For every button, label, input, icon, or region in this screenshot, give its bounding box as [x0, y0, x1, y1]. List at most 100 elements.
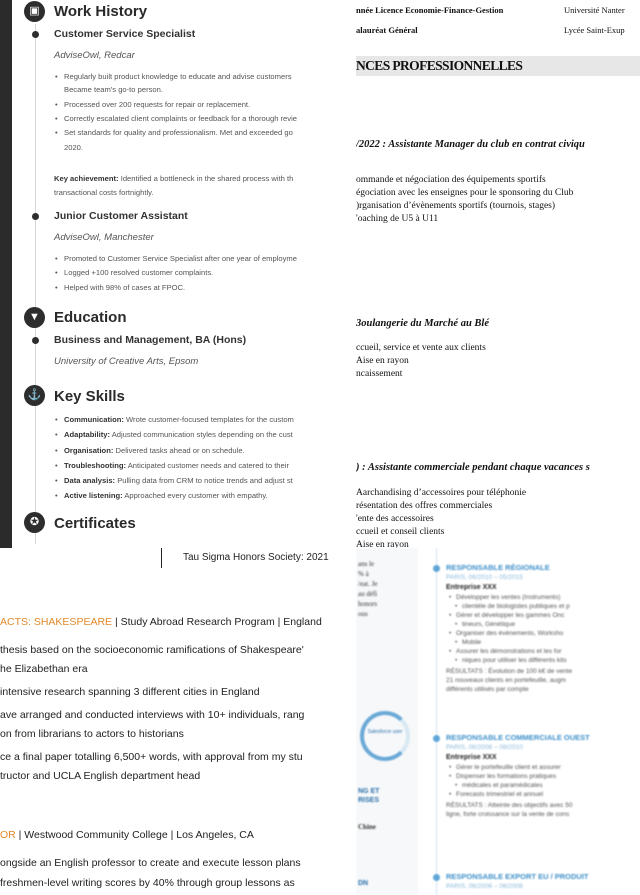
- role-line: he Elizabethan era: [0, 663, 88, 675]
- entry-bullet: Organiser des événements, Worksho: [449, 630, 563, 637]
- skill-item: Active listening: Approached every custo…: [55, 491, 268, 500]
- experience-title: 3oulangerie du Marché au Blé: [356, 318, 490, 329]
- entry-result: 21 nouveaux clients en portefeuille, aug…: [446, 677, 566, 684]
- key-skills-heading: Key Skills: [54, 388, 125, 405]
- experience-line: résentation des offres commerciales: [356, 501, 493, 511]
- education-line: alauréat Général: [356, 25, 418, 35]
- school-name: University of Creative Arts, Epsom: [54, 356, 199, 367]
- role-line: ongside an English professor to create a…: [0, 857, 301, 869]
- timeline-dot: [433, 565, 440, 572]
- entry-bullet: Gérer et développer les gammes Onc: [449, 612, 564, 619]
- job-title: Customer Service Specialist: [54, 28, 196, 40]
- job-bullet: Helped with 98% of cases at FPOC.: [55, 283, 185, 292]
- entry-result: RÉSULTATS : Atteinte des objectifs avec …: [446, 802, 573, 809]
- blue-resume-panel: ans le % à /eat. Je au défi honors ous S…: [356, 548, 640, 895]
- entry-company: Entreprise XXX: [446, 754, 497, 761]
- entry-bullet: Développer les ventes (Instruments): [449, 594, 560, 601]
- resume-work-history-panel: ▣ Work History Customer Service Speciali…: [0, 0, 356, 548]
- honors-divider: [161, 548, 162, 568]
- entry-bullet: clientèle de biologistes publiques et p: [455, 603, 570, 610]
- entry-bullet: Assurer les démonstrations et les for: [449, 648, 561, 655]
- degree-title: Business and Management, BA (Hons): [54, 334, 247, 346]
- experience-line: ccueil, service et vente aux clients: [356, 343, 486, 353]
- sidebar-caption: NG ET: [358, 788, 380, 795]
- job-bullet-cont: Became team's go-to person.: [64, 85, 163, 94]
- experience-line: 'oaching de U5 à U11: [356, 214, 439, 224]
- skill-item: Troubleshooting: Anticipated customer ne…: [55, 461, 289, 470]
- timeline-dot: [433, 735, 440, 742]
- skill-item: Adaptability: Adjusted communication sty…: [55, 430, 293, 439]
- honors-society: Tau Sigma Honors Society: 2021: [183, 552, 329, 563]
- job-title: Junior Customer Assistant: [54, 210, 188, 222]
- job-bullet: Correctly escalated client complaints or…: [55, 114, 297, 123]
- entry-result: RÉSULTATS : Évolution de 100 k€ de vente: [446, 668, 573, 675]
- entry-bullet: niques pour utiliser les différents kits: [455, 657, 567, 664]
- experience-line: ccueil et conseil clients: [356, 527, 445, 537]
- education-school: Université Nanter: [564, 5, 625, 15]
- role-line: on from librarians to actors to historia…: [0, 728, 184, 740]
- entry-dates: PARIS, 06/2008 – 08/2010: [446, 744, 523, 751]
- entry-title: RESPONSABLE COMMERCIALE OUEST: [446, 733, 590, 742]
- role-line: intensive research spanning 3 different …: [0, 686, 260, 698]
- entry-bullet: Dispenser les formations pratiques: [449, 773, 556, 780]
- left-dark-rail: [0, 0, 12, 548]
- entry-title: RESPONSABLE EXPORT EU / PRODUIT: [446, 872, 589, 881]
- sidebar-fragment: au défi: [358, 590, 378, 598]
- experience-line: Aise en rayon: [356, 356, 409, 366]
- experience-line: ommande et négociation des équipements s…: [356, 175, 546, 185]
- experience-line: Aarchandising d’accessoires pour télépho…: [356, 488, 527, 498]
- education-heading: Education: [54, 309, 127, 326]
- briefcase-icon: ▣: [24, 1, 45, 22]
- timeline-line: [436, 548, 437, 895]
- job-bullet: Logged +100 resolved customer complaints…: [55, 268, 213, 277]
- blurred-content: ans le % à /eat. Je au défi honors ous S…: [356, 548, 640, 895]
- job-bullet: Promoted to Customer Service Specialist …: [55, 254, 297, 263]
- award-icon: ✪: [24, 512, 45, 533]
- experience-title: /2022 : Assistante Manager du club en co…: [356, 139, 585, 150]
- job-bullet: Set standards for quality and profession…: [55, 128, 293, 137]
- job-bullet: Regularly built product knowledge to edu…: [55, 72, 292, 81]
- key-achievement-cont: transactional costs fortnightly.: [54, 188, 154, 197]
- entry-dates: PARIS, 06/2006 – 06/2008: [446, 883, 523, 890]
- entry-title: RESPONSABLE RÉGIONALE: [446, 563, 550, 572]
- certificates-heading: Certificates: [54, 515, 136, 532]
- role-line: ce a final paper totalling 6,500+ words,…: [0, 751, 303, 763]
- work-history-heading: Work History: [54, 3, 148, 20]
- entry-bullet: médicales et paramédicales: [455, 782, 543, 789]
- education-school: Lycée Saint-Exup: [564, 25, 625, 35]
- research-experience-panel: Tau Sigma Honors Society: 2021 ACTS: SHA…: [0, 548, 356, 895]
- entry-bullet: Mobile: [455, 639, 481, 646]
- role-line: freshmen-level writing scores by 40% thr…: [0, 877, 295, 889]
- skill-item: Data analysis: Pulling data from CRM to …: [55, 476, 293, 485]
- experience-line: )rganisation d’évènements sportifs (tour…: [356, 201, 556, 211]
- timeline-dot: [32, 213, 39, 220]
- experience-line: 'ente des accessoires: [356, 514, 434, 524]
- job-bullet: Processed over 200 requests for repair o…: [55, 100, 250, 109]
- job-bullet-cont: 2020.: [64, 143, 84, 152]
- role-line: tructor and UCLA English department head: [0, 770, 201, 782]
- job-company: AdviseOwl, Redcar: [54, 50, 135, 61]
- sidebar-caption: RISES: [358, 797, 380, 804]
- entry-bullet: Gérer le portefeuille client et assurer: [449, 764, 561, 771]
- sidebar-fragment: /eat. Je: [358, 580, 378, 588]
- entry-result: ligne, forte croissance sur la vente de …: [446, 811, 570, 818]
- sidebar-fragment: ans le: [358, 560, 375, 568]
- experience-line: égociation avec les enseignes pour le sp…: [356, 188, 574, 198]
- entry-bullet: Forecasts trimestriel et annuel: [449, 791, 543, 798]
- timeline-line: [35, 24, 36, 544]
- sidebar-fragment: % à: [358, 570, 369, 578]
- graduation-cap-icon: ▼: [24, 307, 45, 328]
- anchor-icon: ⚓: [24, 385, 45, 406]
- french-cv-panel: nnée Licence Economie-Finance-Gestion Un…: [356, 0, 640, 548]
- skill-item: Organisation: Delivered tasks ahead or o…: [55, 446, 245, 455]
- education-line: nnée Licence Economie-Finance-Gestion: [356, 5, 504, 15]
- timeline-dot: [32, 337, 39, 344]
- section-heading: NCES PROFESSIONNELLES: [356, 58, 523, 73]
- experience-title: ) : Assistante commerciale pendant chaqu…: [356, 462, 590, 473]
- role-heading: ACTS: SHAKESPEARE | Study Abroad Researc…: [0, 616, 322, 628]
- sidebar-caption: DN: [358, 880, 369, 887]
- job-company: AdviseOwl, Manchester: [54, 232, 154, 243]
- entry-company: Entreprise XXX: [446, 584, 497, 591]
- role-line: thesis based on the socioeconomic ramifi…: [0, 644, 304, 656]
- entry-result: différents utilisés par compte: [446, 686, 529, 693]
